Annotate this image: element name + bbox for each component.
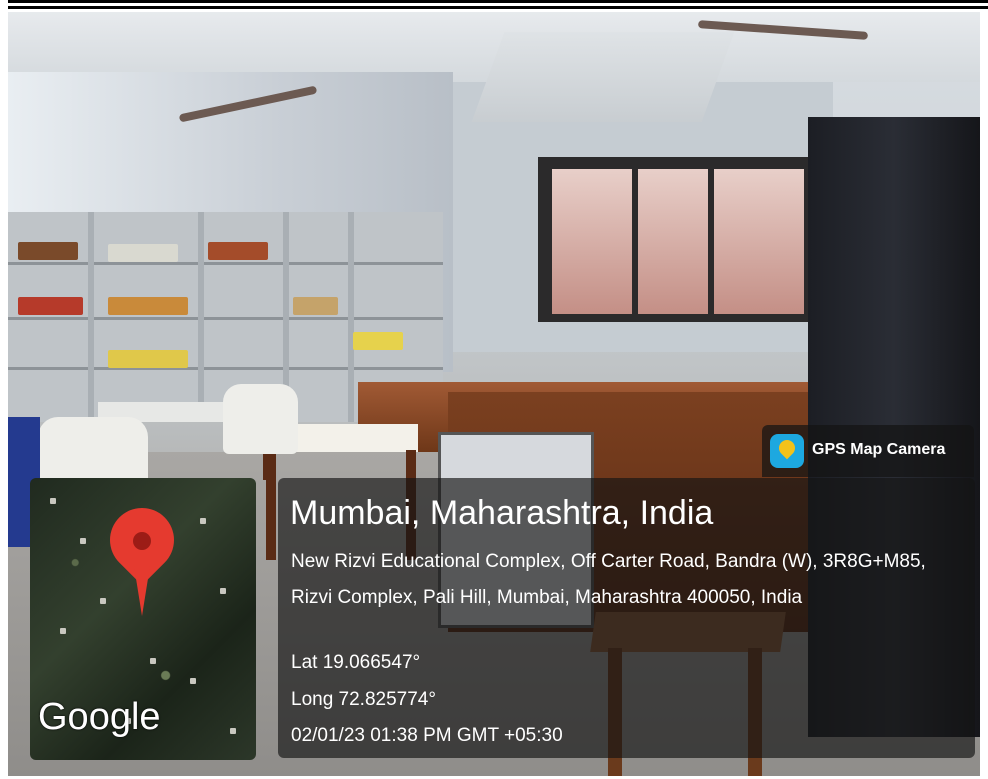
timestamp: 02/01/23 01:38 PM GMT +05:30: [291, 725, 563, 746]
longitude: Long 72.825774°: [291, 689, 436, 710]
latitude: Lat 19.066547°: [291, 652, 421, 673]
map-attribution: Google: [38, 696, 161, 738]
window: [538, 157, 818, 322]
badge-label: GPS Map Camera: [812, 441, 946, 458]
location-address: New Rizvi Educational Complex, Off Carte…: [291, 551, 926, 608]
photo-frame: GPS Map Camera Google Mumbai, Maharashtr…: [0, 0, 988, 779]
plastic-chair: [38, 417, 148, 487]
location-title: Mumbai, Maharashtra, India: [290, 494, 714, 532]
plastic-chair-2: [223, 384, 298, 454]
satellite-map: Google: [30, 478, 256, 760]
location-pin-tail: [134, 566, 150, 616]
top-border: [8, 0, 988, 3]
top-border-inner: [8, 6, 988, 9]
location-pin-center: [133, 532, 151, 550]
ceiling-beam: [471, 32, 735, 122]
